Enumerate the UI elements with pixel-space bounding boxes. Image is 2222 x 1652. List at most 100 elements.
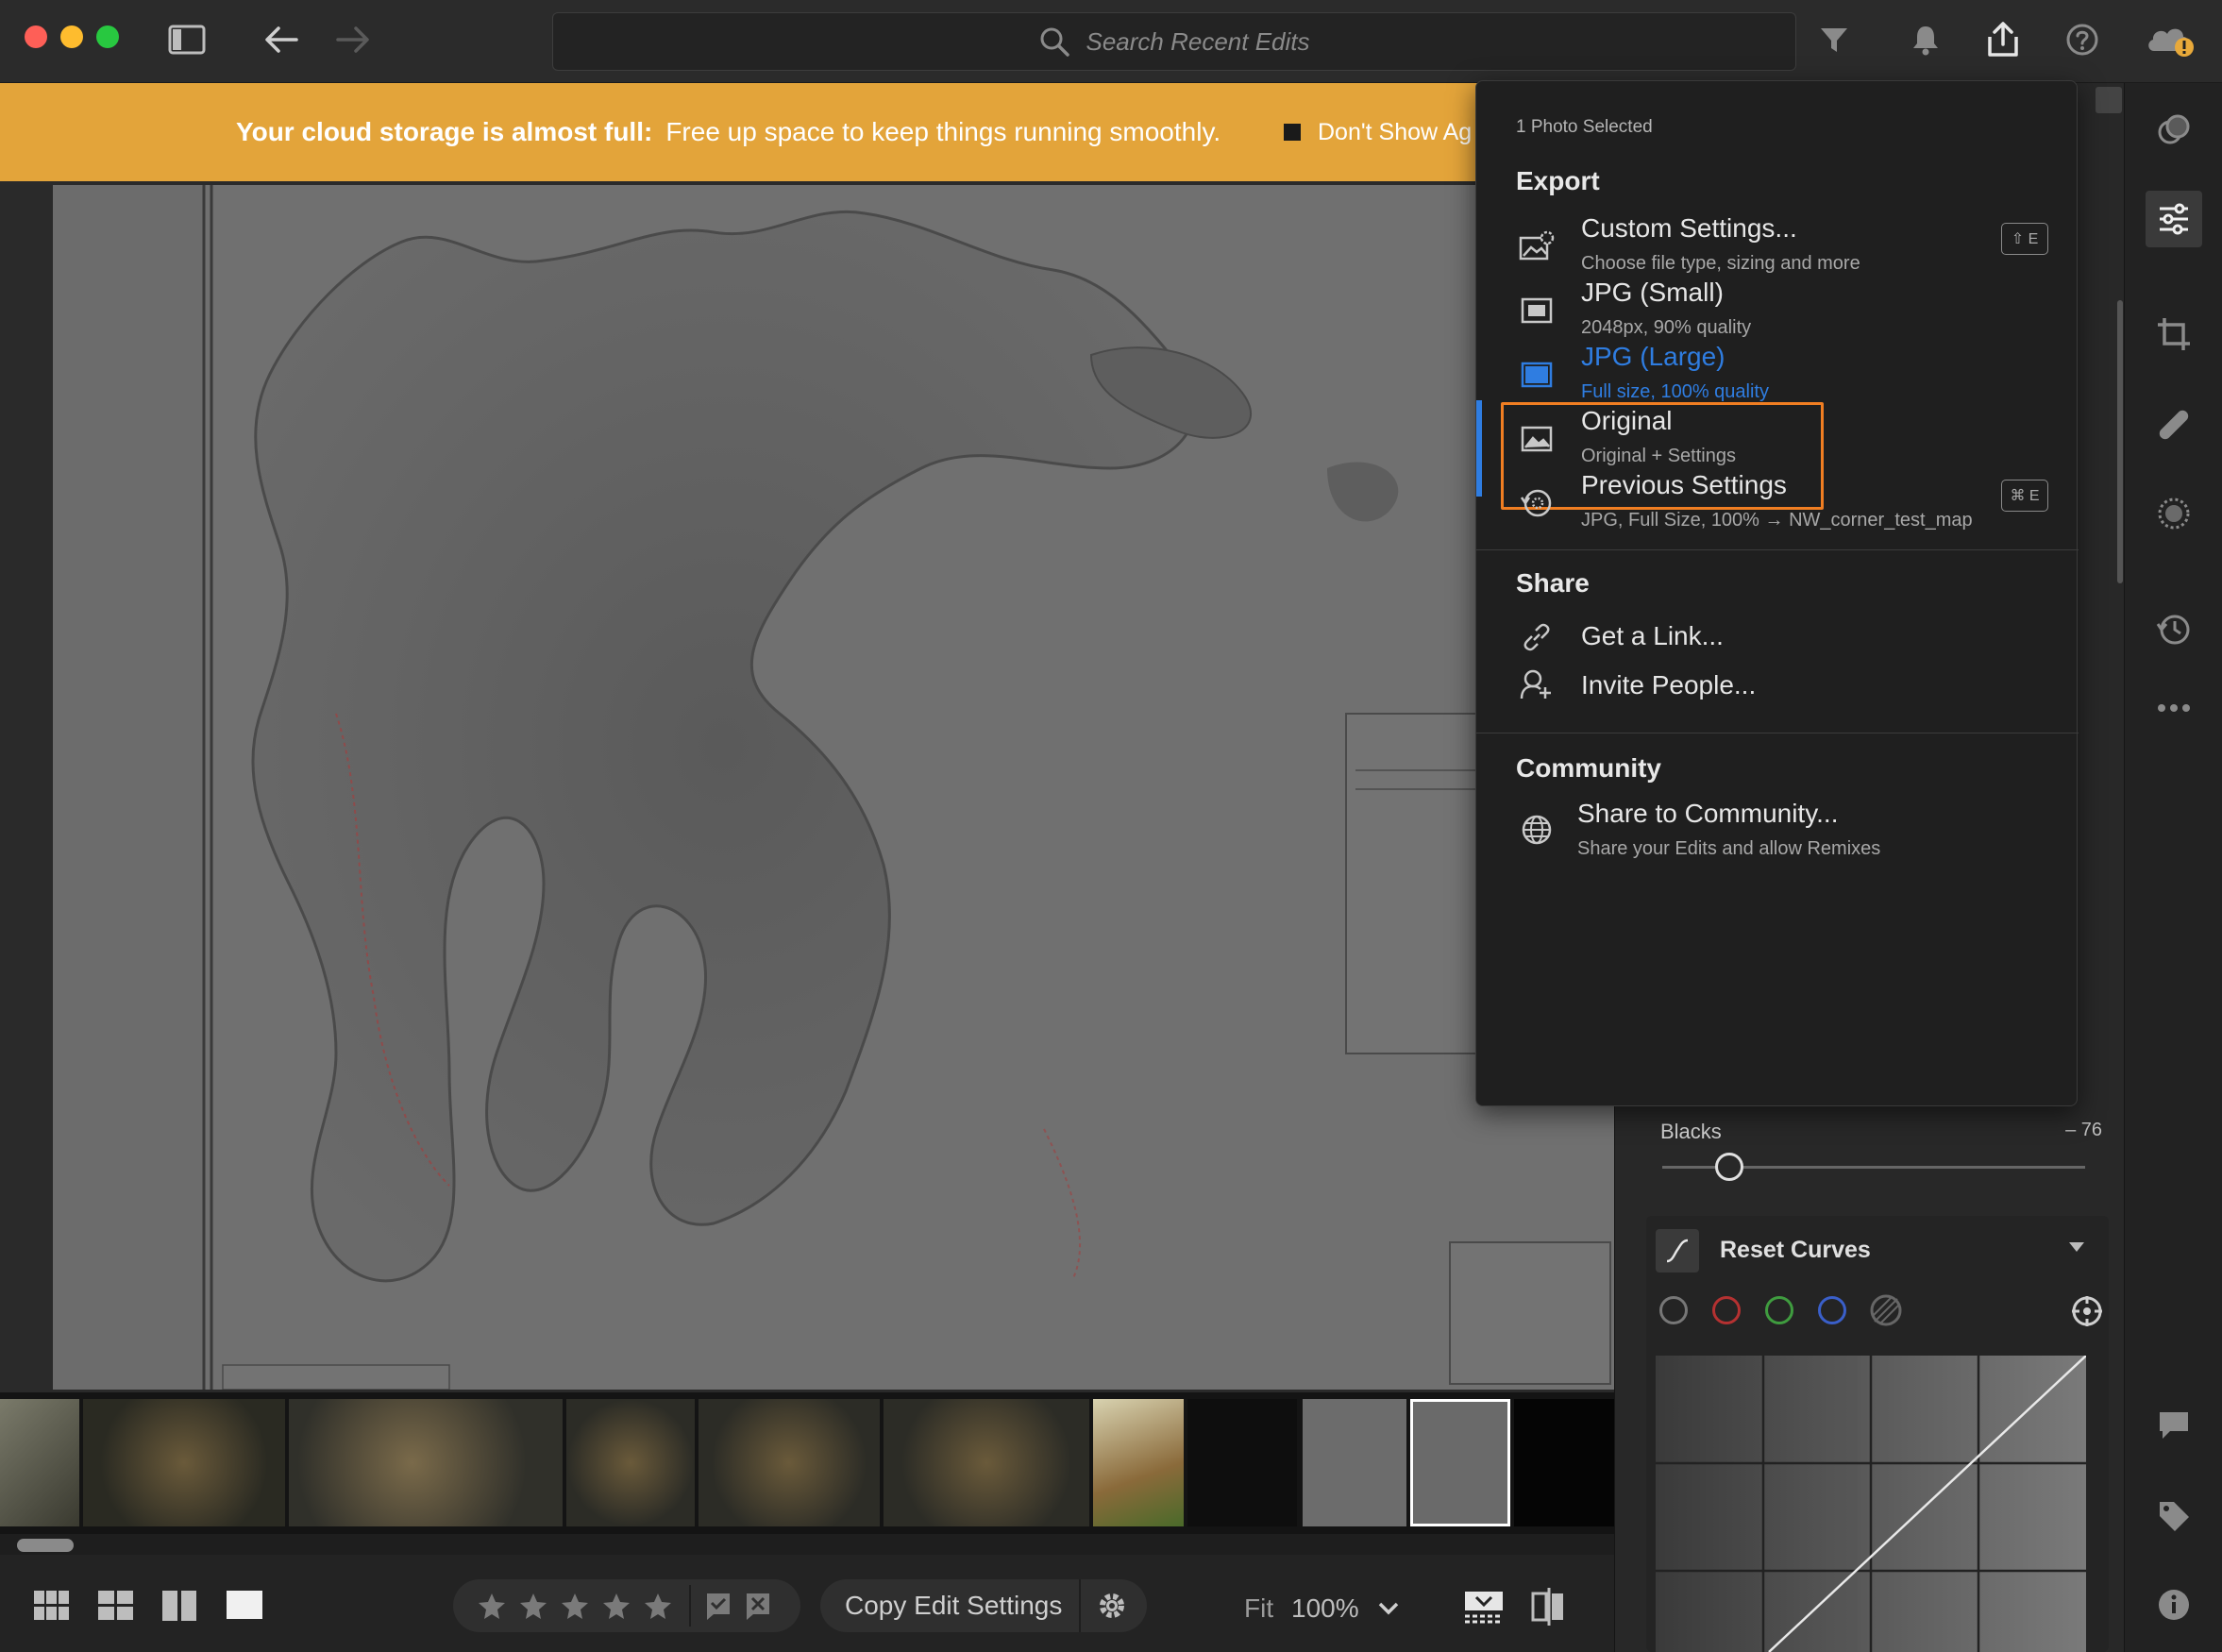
zoom-dropdown-chevron-icon[interactable] [1378, 1601, 1399, 1616]
custom-settings-title: Custom Settings... [1581, 213, 1797, 243]
export-original-item[interactable]: Original Original + Settings [1476, 406, 2079, 470]
menu-divider [1476, 549, 2079, 550]
cloud-warning-icon[interactable] [2143, 19, 2199, 60]
presets-icon[interactable] [2146, 102, 2202, 159]
info-icon[interactable] [2146, 1576, 2202, 1633]
share-heading: Share [1516, 568, 1590, 598]
curve-channel-green[interactable] [1765, 1296, 1793, 1324]
filmstrip-thumbnail[interactable] [699, 1399, 880, 1526]
panel-close-icon[interactable] [2096, 87, 2122, 113]
filmstrip-toggle-icon[interactable] [1465, 1592, 1503, 1624]
filmstrip-thumbnail-selected[interactable] [1410, 1399, 1510, 1526]
selected-count-label: 1 Photo Selected [1516, 117, 1653, 137]
keywords-tag-icon[interactable] [2146, 1488, 2202, 1544]
blacks-slider[interactable] [1662, 1153, 2085, 1181]
reset-curves-label[interactable]: Reset Curves [1720, 1237, 1871, 1264]
search-input[interactable]: Search Recent Edits [552, 12, 1796, 71]
filmstrip-thumbnail[interactable] [0, 1399, 79, 1526]
filmstrip-scrollbar-thumb[interactable] [17, 1539, 74, 1552]
reject-flag-icon[interactable] [744, 1592, 772, 1620]
storage-warning-banner: Your cloud storage is almost full: Free … [0, 83, 1477, 181]
filmstrip-thumbnail[interactable] [1514, 1399, 1614, 1526]
banner-title: Your cloud storage is almost full: [236, 117, 653, 146]
pick-flag-icon[interactable] [704, 1592, 732, 1620]
help-icon[interactable] [2062, 19, 2103, 60]
export-previous-settings-item[interactable]: Previous Settings JPG, Full Size, 100% →… [1476, 470, 2079, 534]
invite-people-item[interactable]: Invite People... [1476, 663, 2079, 708]
export-jpg-large-item[interactable]: JPG (Large) Full size, 100% quality [1476, 342, 2079, 406]
blacks-value[interactable]: – 76 [2045, 1120, 2102, 1141]
star-icon[interactable] [478, 1592, 506, 1620]
filmstrip-thumbnail[interactable] [289, 1399, 563, 1526]
masking-icon[interactable] [2146, 485, 2202, 542]
back-arrow-icon[interactable] [261, 19, 302, 60]
curve-parametric-icon[interactable] [1869, 1293, 1903, 1327]
sidebar-toggle-icon[interactable] [166, 19, 208, 60]
notifications-bell-icon[interactable] [1905, 19, 1946, 60]
blacks-slider-handle[interactable] [1715, 1153, 1743, 1181]
compare-view-icon[interactable] [162, 1591, 196, 1626]
curve-channel-blue[interactable] [1818, 1296, 1846, 1324]
history-icon[interactable] [2146, 600, 2202, 657]
community-heading: Community [1516, 753, 1661, 783]
star-rating[interactable] [478, 1592, 672, 1620]
star-icon[interactable] [519, 1592, 547, 1620]
filmstrip-thumbnail[interactable] [1187, 1399, 1297, 1526]
forward-arrow-icon[interactable] [332, 19, 374, 60]
curves-edit-icon[interactable] [1656, 1229, 1699, 1273]
healing-bandage-icon[interactable] [2146, 396, 2202, 453]
panel-scrollbar[interactable] [2117, 300, 2123, 583]
crop-icon[interactable] [2146, 306, 2202, 362]
curve-channel-rgb[interactable] [1659, 1296, 1688, 1324]
star-icon[interactable] [644, 1592, 672, 1620]
minimize-window-button[interactable] [60, 25, 83, 48]
photo-canvas[interactable] [0, 181, 1614, 1392]
grid-view-icon[interactable] [34, 1591, 70, 1626]
filter-icon[interactable] [1813, 19, 1855, 60]
bottom-toolbar [0, 1555, 1614, 1652]
share-to-community-title: Share to Community... [1577, 799, 1839, 828]
copy-edit-group: Copy Edit Settings [820, 1579, 1147, 1632]
before-after-icon[interactable] [1531, 1588, 1565, 1626]
export-jpg-small-item[interactable]: JPG (Small) 2048px, 90% quality [1476, 278, 2079, 342]
photo-preview[interactable] [53, 185, 1614, 1390]
curves-collapse-icon[interactable] [2069, 1242, 2084, 1252]
zoom-level[interactable]: 100% [1291, 1593, 1359, 1624]
star-icon[interactable] [561, 1592, 589, 1620]
dont-show-again-checkbox[interactable] [1284, 124, 1301, 141]
curve-target-icon[interactable] [2071, 1295, 2103, 1327]
more-options-icon[interactable] [2146, 680, 2202, 736]
export-custom-settings-item[interactable]: Custom Settings... Choose file type, siz… [1476, 213, 2079, 278]
invite-person-icon [1519, 666, 1555, 702]
maximize-window-button[interactable] [96, 25, 119, 48]
comments-icon[interactable] [2146, 1397, 2202, 1454]
filmstrip-thumbnail[interactable] [83, 1399, 285, 1526]
share-export-menu: 1 Photo Selected Export Custom Settings.… [1475, 80, 2079, 1106]
jpg-small-subtitle: 2048px, 90% quality [1581, 317, 1752, 338]
jpg-small-icon [1519, 293, 1555, 329]
tone-curve-graph[interactable] [1656, 1356, 2086, 1652]
star-icon[interactable] [602, 1592, 631, 1620]
fit-label[interactable]: Fit [1244, 1593, 1273, 1624]
share-export-icon[interactable] [1982, 19, 2024, 60]
filmstrip-thumbnail[interactable] [1093, 1399, 1184, 1526]
filmstrip-thumbnail[interactable] [884, 1399, 1089, 1526]
detail-view-icon[interactable] [227, 1591, 262, 1624]
pill-divider [689, 1585, 691, 1627]
close-window-button[interactable] [25, 25, 47, 48]
original-title: Original [1581, 406, 1673, 435]
copy-edit-settings-button[interactable]: Copy Edit Settings [845, 1591, 1062, 1621]
edit-sliders-icon[interactable] [2146, 191, 2202, 247]
settings-gear-icon[interactable] [1096, 1590, 1128, 1622]
banner-message: Free up space to keep things running smo… [665, 117, 1221, 146]
curve-channel-red[interactable] [1712, 1296, 1741, 1324]
filmstrip-thumbnail[interactable] [566, 1399, 695, 1526]
square-grid-view-icon[interactable] [98, 1591, 134, 1626]
share-to-community-subtitle: Share your Edits and allow Remixes [1577, 838, 1881, 859]
filmstrip-thumbnail[interactable] [1303, 1399, 1406, 1526]
get-a-link-item[interactable]: Get a Link... [1476, 615, 2079, 661]
share-to-community-item[interactable]: Share to Community... Share your Edits a… [1476, 799, 2079, 863]
dont-show-again-option[interactable]: Don't Show Ag [1284, 119, 1472, 146]
custom-settings-shortcut: ⇧ E [2001, 223, 2048, 255]
filmstrip-scrollbar[interactable] [9, 1534, 1605, 1555]
